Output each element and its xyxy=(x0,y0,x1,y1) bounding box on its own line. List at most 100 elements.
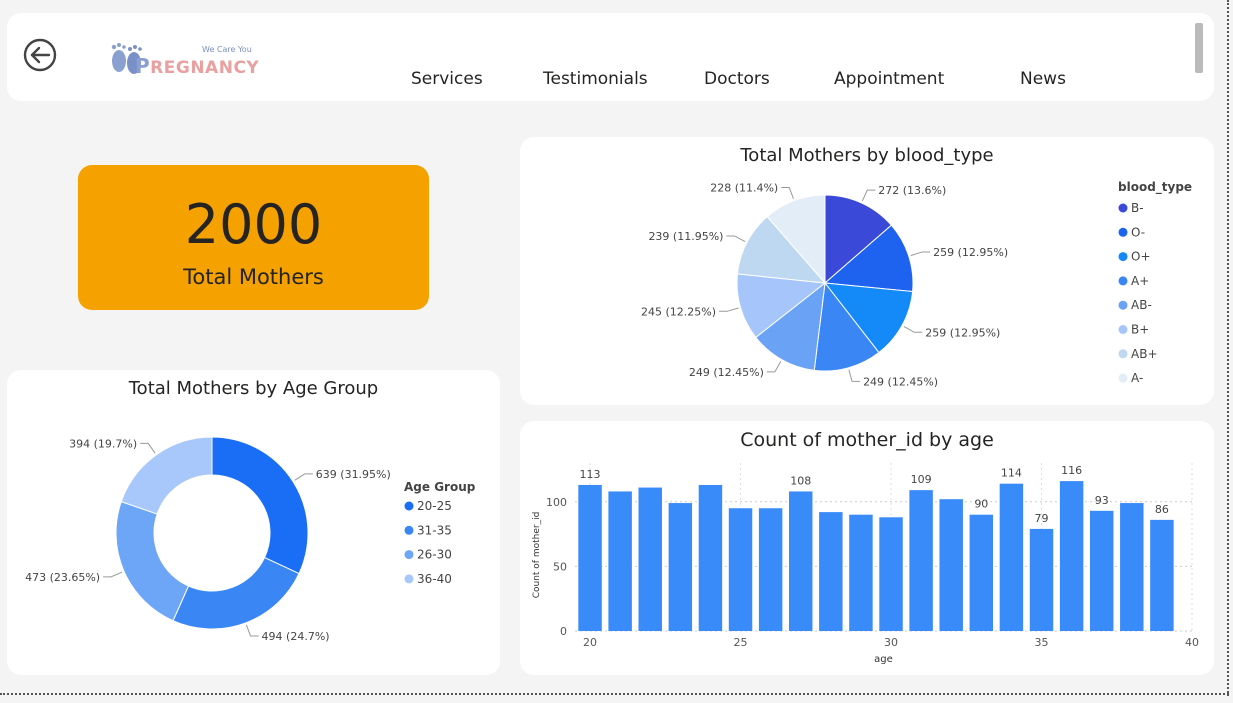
bar-age-36 xyxy=(1059,481,1084,631)
leader-line xyxy=(294,473,313,481)
bar-data-label: 79 xyxy=(1035,512,1049,525)
bar-age-24 xyxy=(698,484,723,631)
slice-20-25 xyxy=(211,436,309,575)
bar-age-28 xyxy=(819,512,843,631)
blood-type-pie-chart: 272 (13.6%) 259 (12.95%) 259 (12.95%) 249 (… xyxy=(641,180,1192,388)
y-tick-label: 0 xyxy=(560,625,567,638)
top-navigation-bar: We Care You PREGNANCY Services Testimoni… xyxy=(7,13,1214,101)
age-count-chart-card: Count of mother_id by age 0 50 100 20 25 30 35… xyxy=(520,421,1214,675)
leader-line xyxy=(861,189,876,202)
legend-item: 36-40 xyxy=(417,572,452,586)
bar-data-label: 109 xyxy=(911,473,932,486)
leader-line xyxy=(910,251,931,257)
leader-line xyxy=(781,186,794,199)
bar-age-20 xyxy=(578,484,602,631)
legend-marker xyxy=(1118,276,1128,286)
total-mothers-kpi-card: 2000 Total Mothers xyxy=(78,165,429,310)
nav-doctors[interactable]: Doctors xyxy=(704,69,770,89)
logo-tagline: We Care You xyxy=(202,45,252,54)
bar-age-21 xyxy=(608,491,632,631)
legend-item: O- xyxy=(1131,225,1145,239)
logo-wordmark-rest: REGNANCY xyxy=(150,58,260,78)
bar-age-33 xyxy=(969,514,994,631)
legend-item: A+ xyxy=(1131,274,1149,288)
legend-item: O+ xyxy=(1131,250,1151,264)
scrollbar-thumb[interactable] xyxy=(1195,23,1203,73)
leader-line xyxy=(719,307,739,312)
y-axis-title: Count of mother_id xyxy=(532,512,542,599)
data-label: 272 (13.6%) xyxy=(878,184,946,197)
data-label: 259 (12.95%) xyxy=(933,246,1008,259)
x-tick-label: 30 xyxy=(884,636,898,649)
x-tick-label: 25 xyxy=(734,636,748,649)
x-axis-title: age xyxy=(874,654,893,665)
bar-age-26 xyxy=(758,508,783,631)
logo-wordmark-initial: P xyxy=(135,54,151,78)
legend-title: blood_type xyxy=(1118,180,1192,195)
legend-marker xyxy=(1118,373,1128,383)
pregnancy-logo[interactable]: We Care You PREGNANCY xyxy=(107,39,259,79)
bar-age-23 xyxy=(668,503,693,631)
nav-services[interactable]: Services xyxy=(411,69,483,89)
data-label: 494 (24.7%) xyxy=(262,630,330,643)
legend-marker xyxy=(404,574,414,584)
legend-marker xyxy=(404,525,414,535)
legend-item: A- xyxy=(1131,371,1143,385)
age-count-bar-chart: 0 50 100 20 25 30 35 40 113 108 109 90 114 79 116 93 86 a… xyxy=(532,463,1199,665)
legend-marker xyxy=(404,501,414,511)
legend-item: AB+ xyxy=(1131,347,1158,361)
legend-marker xyxy=(1118,252,1128,262)
leader-line xyxy=(766,361,782,373)
blood-type-chart-card: Total Mothers by blood_type 272 (13.6%) 2… xyxy=(520,137,1214,405)
legend-item: B+ xyxy=(1131,323,1149,337)
bar-age-37 xyxy=(1089,510,1114,631)
logo-wordmark: PREGNANCY xyxy=(135,54,259,78)
y-tick-label: 100 xyxy=(546,496,567,509)
frame-right-border xyxy=(1227,0,1229,696)
nav-news[interactable]: News xyxy=(1020,69,1066,89)
bar-data-label: 108 xyxy=(790,474,811,487)
slice-31-35 xyxy=(172,556,300,630)
nav-appointment[interactable]: Appointment xyxy=(834,69,944,89)
age-group-chart-card: Total Mothers by Age Group 639 (31.95%) 4… xyxy=(7,370,500,675)
data-label: 639 (31.95%) xyxy=(316,468,391,481)
bar-age-39 xyxy=(1150,519,1174,631)
bar-age-32 xyxy=(939,499,963,631)
age-group-donut-chart: 639 (31.95%) 494 (24.7%) 473 (23.65%) 394 (… xyxy=(25,436,476,643)
bar-data-label: 114 xyxy=(1001,467,1022,480)
data-label: 228 (11.4%) xyxy=(710,181,778,194)
bar-data-label: 113 xyxy=(580,468,601,481)
kpi-value: 2000 xyxy=(184,193,323,256)
legend-item: 31-35 xyxy=(417,523,452,537)
data-label: 239 (11.95%) xyxy=(648,230,723,243)
legend-title: Age Group xyxy=(404,480,476,494)
legend-marker xyxy=(1118,227,1128,237)
legend-marker xyxy=(404,550,414,560)
leader-line xyxy=(848,369,861,382)
bar-age-34 xyxy=(999,483,1024,631)
slice-26-30 xyxy=(115,500,190,622)
data-label: 259 (12.95%) xyxy=(925,326,1000,339)
bar-data-label: 93 xyxy=(1095,494,1109,507)
kpi-label: Total Mothers xyxy=(183,265,324,289)
legend-item: 20-25 xyxy=(417,499,452,513)
bar-age-31 xyxy=(909,490,933,631)
leader-line xyxy=(140,442,156,454)
legend-marker xyxy=(1118,300,1128,310)
legend-item: AB- xyxy=(1131,298,1152,312)
x-tick-label: 20 xyxy=(583,636,597,649)
leader-line xyxy=(726,235,746,242)
y-tick-label: 50 xyxy=(553,560,567,573)
legend-marker xyxy=(1118,325,1128,334)
data-label: 249 (12.45%) xyxy=(863,375,938,388)
leader-line xyxy=(903,326,923,333)
data-label: 245 (12.25%) xyxy=(641,305,716,318)
nav-testimonials[interactable]: Testimonials xyxy=(543,69,648,89)
frame-bottom-border xyxy=(0,693,1229,695)
bar-age-27 xyxy=(788,491,813,631)
legend-item: 26-30 xyxy=(417,548,452,562)
back-arrow-icon[interactable] xyxy=(23,38,57,72)
bar-age-35 xyxy=(1029,528,1054,631)
bar-age-30 xyxy=(879,517,903,631)
bar-data-label: 90 xyxy=(974,498,988,511)
